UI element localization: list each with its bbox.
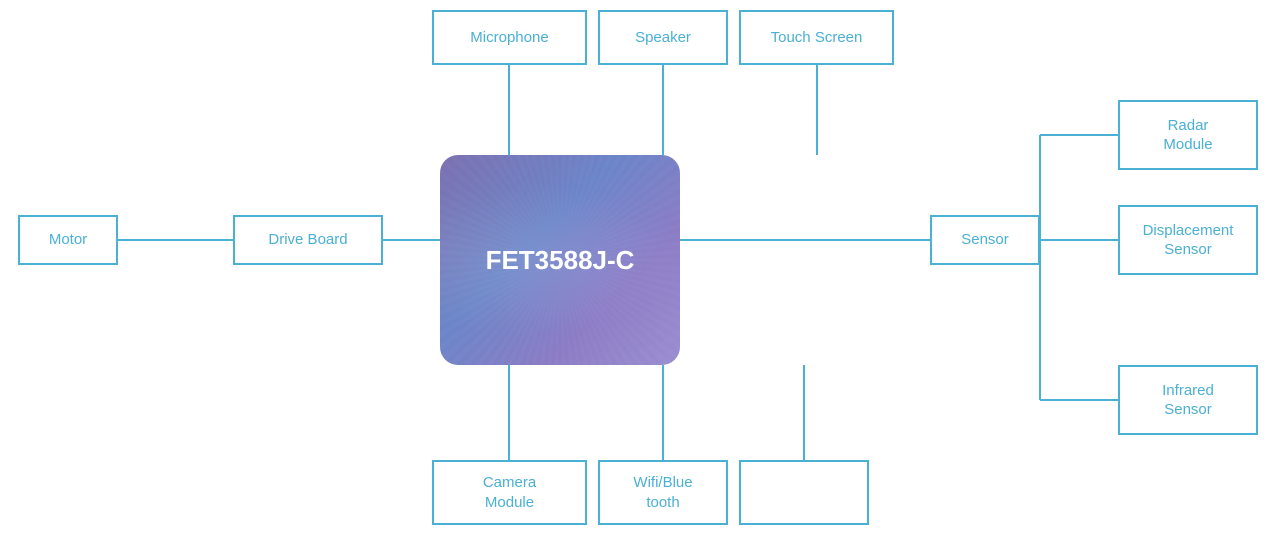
displacement-sensor-box: Displacement Sensor [1118,205,1258,275]
chip-label: FET3588J-C [486,245,635,276]
infrared-sensor-box: Infrared Sensor [1118,365,1258,435]
camera-module-box: Camera Module [432,460,587,525]
sensor-box: Sensor [930,215,1040,265]
center-chip: FET3588J-C [440,155,680,365]
speaker-box: Speaker [598,10,728,65]
wifi-bluetooth-box: Wifi/Blue tooth [598,460,728,525]
drive-board-box: Drive Board [233,215,383,265]
motor-box: Motor [18,215,118,265]
diagram-container: Microphone Speaker Touch Screen Motor Dr… [0,0,1280,546]
microphone-box: Microphone [432,10,587,65]
radar-module-box: Radar Module [1118,100,1258,170]
touch-screen-box: Touch Screen [739,10,894,65]
4g5g-box [739,460,869,525]
